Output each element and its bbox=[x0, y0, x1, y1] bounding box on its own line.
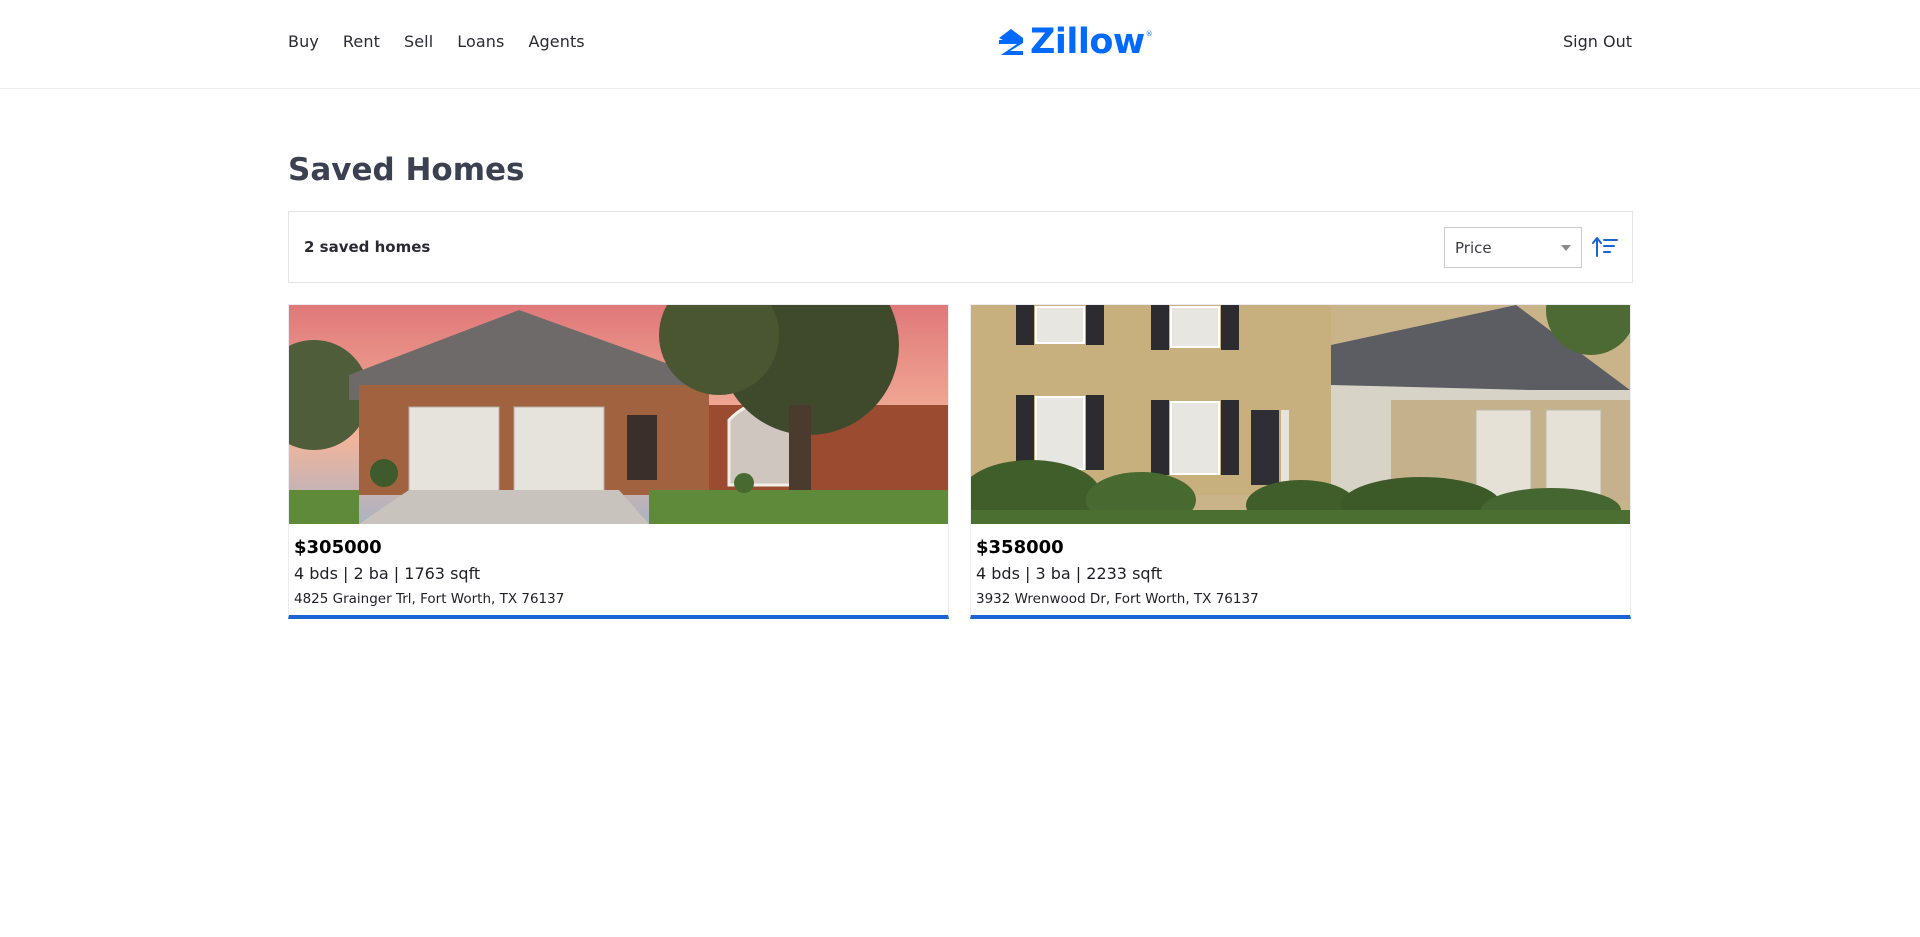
top-header: Buy Rent Sell Loans Agents Zillow ® Sign… bbox=[0, 0, 1920, 89]
nav-agents[interactable]: Agents bbox=[528, 32, 584, 51]
nav-sell[interactable]: Sell bbox=[404, 32, 433, 51]
main-nav: Buy Rent Sell Loans Agents bbox=[288, 32, 585, 51]
home-price: $305000 bbox=[294, 537, 382, 558]
home-card[interactable]: $358000 4 bds | 3 ba | 2233 sqft 3932 Wr… bbox=[970, 304, 1631, 619]
logo-text: Zillow bbox=[1030, 22, 1145, 62]
page-title: Saved Homes bbox=[288, 152, 525, 188]
home-specs: 4 bds | 3 ba | 2233 sqft bbox=[976, 564, 1163, 583]
nav-rent[interactable]: Rent bbox=[343, 32, 380, 51]
sort-select-value: Price bbox=[1455, 239, 1492, 257]
saved-homes-toolbar: 2 saved homes Price bbox=[288, 211, 1633, 283]
home-photo bbox=[971, 305, 1630, 524]
home-address: 4825 Grainger Trl, Fort Worth, TX 76137 bbox=[294, 591, 565, 607]
chevron-down-icon bbox=[1561, 245, 1571, 251]
registered-mark: ® bbox=[1145, 30, 1153, 38]
saved-count: 2 saved homes bbox=[304, 238, 431, 256]
zillow-logo[interactable]: Zillow ® bbox=[996, 22, 1153, 62]
home-address: 3932 Wrenwood Dr, Fort Worth, TX 76137 bbox=[976, 591, 1259, 607]
home-price: $358000 bbox=[976, 537, 1064, 558]
home-specs: 4 bds | 2 ba | 1763 sqft bbox=[294, 564, 481, 583]
nav-loans[interactable]: Loans bbox=[457, 32, 504, 51]
home-card[interactable]: $305000 4 bds | 2 ba | 1763 sqft 4825 Gr… bbox=[288, 304, 949, 619]
sort-ascending-icon[interactable] bbox=[1592, 236, 1618, 258]
home-photo bbox=[289, 305, 948, 524]
sign-out-link[interactable]: Sign Out bbox=[1563, 32, 1632, 51]
zillow-house-icon bbox=[999, 29, 1023, 55]
nav-buy[interactable]: Buy bbox=[288, 32, 319, 51]
sort-select[interactable]: Price bbox=[1444, 227, 1582, 268]
